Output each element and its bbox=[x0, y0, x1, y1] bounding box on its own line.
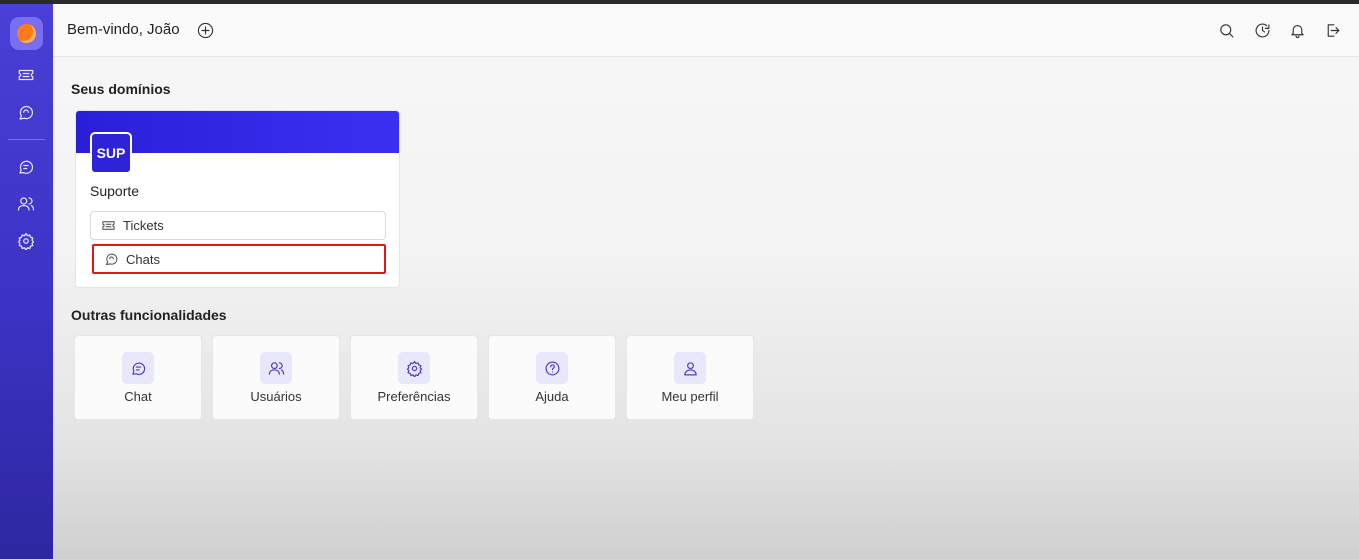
feature-card-usuarios[interactable]: Usuários bbox=[212, 335, 340, 420]
users-icon bbox=[268, 361, 284, 375]
logo-mark bbox=[17, 24, 36, 43]
chat-icon bbox=[131, 362, 145, 375]
user-icon bbox=[683, 361, 697, 375]
feature-label: Preferências bbox=[377, 389, 451, 404]
feature-card-chat[interactable]: Chat bbox=[74, 335, 202, 420]
gear-icon bbox=[406, 360, 422, 377]
welcome-text: Bem-vindo, João bbox=[67, 21, 180, 38]
domains-section-title: Seus domínios bbox=[71, 81, 171, 97]
ticket-icon bbox=[102, 221, 115, 230]
feature-card-preferencias[interactable]: Preferências bbox=[350, 335, 478, 420]
plus-circle-icon bbox=[197, 22, 214, 39]
domain-link-tickets[interactable]: Tickets bbox=[90, 211, 386, 240]
feature-icon-box bbox=[122, 352, 154, 384]
sidebar-item-settings[interactable] bbox=[16, 231, 36, 251]
feature-icon-box bbox=[536, 352, 568, 384]
ticket-icon bbox=[18, 69, 34, 81]
logout-button[interactable] bbox=[1324, 22, 1341, 39]
domain-link-chats[interactable]: Chats bbox=[92, 244, 386, 274]
top-header: Bem-vindo, João bbox=[53, 4, 1359, 57]
sidebar-item-users[interactable] bbox=[16, 194, 36, 214]
bell-icon bbox=[1291, 24, 1304, 39]
app-logo[interactable] bbox=[10, 17, 43, 50]
feature-icon-box bbox=[398, 352, 430, 384]
add-button[interactable] bbox=[197, 22, 214, 39]
help-icon bbox=[545, 361, 559, 375]
logout-icon bbox=[1327, 24, 1340, 37]
feature-label: Chat bbox=[124, 389, 152, 404]
feature-label: Meu perfil bbox=[661, 389, 719, 404]
features-section-title: Outras funcionalidades bbox=[71, 307, 227, 323]
search-button[interactable] bbox=[1218, 22, 1235, 39]
feature-icon-box bbox=[260, 352, 292, 384]
domain-badge: SUP bbox=[90, 132, 132, 174]
notifications-button[interactable] bbox=[1289, 22, 1306, 39]
sidebar-divider bbox=[8, 139, 45, 140]
feature-card-ajuda[interactable]: Ajuda bbox=[488, 335, 616, 420]
sidebar bbox=[0, 4, 53, 559]
domain-card-suporte: SUP Suporte Tickets Chats bbox=[75, 110, 400, 288]
feature-card-meu-perfil[interactable]: Meu perfil bbox=[626, 335, 754, 420]
chat-bubble-icon bbox=[19, 106, 33, 120]
feature-icon-box bbox=[674, 352, 706, 384]
chat-bubble-icon bbox=[106, 253, 118, 265]
history-icon bbox=[1255, 23, 1270, 38]
domain-name: Suporte bbox=[90, 183, 140, 199]
users-icon bbox=[17, 197, 35, 211]
feature-label: Usuários bbox=[250, 389, 302, 404]
domain-link-label: Tickets bbox=[123, 218, 164, 233]
main-content: Bem-vindo, João Seus domínios SUP Suport… bbox=[53, 4, 1359, 559]
chat-icon bbox=[19, 160, 34, 174]
history-button[interactable] bbox=[1254, 22, 1271, 39]
gear-icon bbox=[17, 232, 35, 250]
domain-link-label: Chats bbox=[126, 251, 160, 267]
sidebar-item-chats[interactable] bbox=[16, 103, 36, 123]
feature-label: Ajuda bbox=[535, 389, 569, 404]
sidebar-item-tickets[interactable] bbox=[16, 65, 36, 85]
search-icon bbox=[1220, 24, 1234, 38]
sidebar-item-chat[interactable] bbox=[16, 157, 36, 177]
